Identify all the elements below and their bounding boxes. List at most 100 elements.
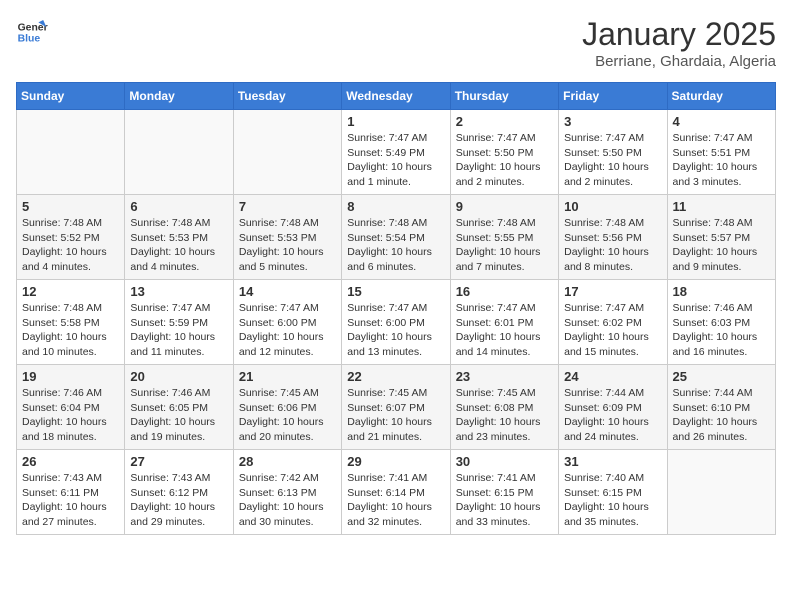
day-info: Sunrise: 7:44 AMSunset: 6:10 PMDaylight:… xyxy=(673,386,770,445)
day-number: 19 xyxy=(22,369,119,384)
calendar-day-cell: 13 Sunrise: 7:47 AMSunset: 5:59 PMDayligh… xyxy=(125,280,233,365)
day-info: Sunrise: 7:47 AMSunset: 6:00 PMDaylight:… xyxy=(239,301,336,360)
day-number: 28 xyxy=(239,454,336,469)
day-info: Sunrise: 7:47 AMSunset: 5:49 PMDaylight:… xyxy=(347,131,444,190)
calendar-day-cell: 10 Sunrise: 7:48 AMSunset: 5:56 PMDayligh… xyxy=(559,195,667,280)
calendar-day-cell: 18 Sunrise: 7:46 AMSunset: 6:03 PMDayligh… xyxy=(667,280,775,365)
calendar-day-cell: 16 Sunrise: 7:47 AMSunset: 6:01 PMDayligh… xyxy=(450,280,558,365)
calendar-day-cell xyxy=(17,110,125,195)
calendar-day-cell: 3Sunrise: 7:47 AMSunset: 5:50 PMDaylight… xyxy=(559,110,667,195)
calendar-day-cell: 1 Sunrise: 7:47 AMSunset: 5:49 PMDaylight… xyxy=(342,110,450,195)
calendar-day-cell xyxy=(233,110,341,195)
day-info: Sunrise: 7:40 AMSunset: 6:15 PMDaylight:… xyxy=(564,471,661,530)
calendar-header-row: SundayMondayTuesdayWednesdayThursdayFrid… xyxy=(17,83,776,110)
calendar-week-row: 12Sunrise: 7:48 AMSunset: 5:58 PMDayligh… xyxy=(17,280,776,365)
day-number: 13 xyxy=(130,284,227,299)
calendar-day-cell: 30 Sunrise: 7:41 AMSunset: 6:15 PMDayligh… xyxy=(450,450,558,535)
day-info: Sunrise: 7:43 AMSunset: 6:11 PMDaylight:… xyxy=(22,471,119,530)
calendar-day-cell: 24 Sunrise: 7:44 AMSunset: 6:09 PMDayligh… xyxy=(559,365,667,450)
calendar-day-cell: 7Sunrise: 7:48 AMSunset: 5:53 PMDaylight… xyxy=(233,195,341,280)
day-of-week-header: Saturday xyxy=(667,83,775,110)
day-info: Sunrise: 7:46 AMSunset: 6:04 PMDaylight:… xyxy=(22,386,119,445)
calendar-day-cell: 4 Sunrise: 7:47 AMSunset: 5:51 PMDaylight… xyxy=(667,110,775,195)
day-of-week-header: Sunday xyxy=(17,83,125,110)
svg-text:Blue: Blue xyxy=(18,34,41,45)
day-number: 15 xyxy=(347,284,444,299)
day-number: 10 xyxy=(564,199,661,214)
day-info: Sunrise: 7:41 AMSunset: 6:14 PMDaylight:… xyxy=(347,471,444,530)
day-number: 11 xyxy=(673,199,770,214)
calendar-day-cell: 19 Sunrise: 7:46 AMSunset: 6:04 PMDayligh… xyxy=(17,365,125,450)
day-number: 22 xyxy=(347,369,444,384)
calendar-day-cell: 21 Sunrise: 7:45 AMSunset: 6:06 PMDayligh… xyxy=(233,365,341,450)
day-number: 8 xyxy=(347,199,444,214)
day-info: Sunrise: 7:44 AMSunset: 6:09 PMDaylight:… xyxy=(564,386,661,445)
calendar-day-cell: 28Sunrise: 7:42 AMSunset: 6:13 PMDayligh… xyxy=(233,450,341,535)
calendar-body: 1 Sunrise: 7:47 AMSunset: 5:49 PMDaylight… xyxy=(17,110,776,535)
day-info: Sunrise: 7:48 AMSunset: 5:52 PMDaylight:… xyxy=(22,216,119,275)
day-number: 27 xyxy=(130,454,227,469)
calendar-day-cell: 6 Sunrise: 7:48 AMSunset: 5:53 PMDaylight… xyxy=(125,195,233,280)
day-info: Sunrise: 7:47 AMSunset: 6:02 PMDaylight:… xyxy=(564,301,661,360)
day-number: 16 xyxy=(456,284,553,299)
calendar-day-cell: 23 Sunrise: 7:45 AMSunset: 6:08 PMDayligh… xyxy=(450,365,558,450)
day-number: 25 xyxy=(673,369,770,384)
calendar-day-cell: 8 Sunrise: 7:48 AMSunset: 5:54 PMDaylight… xyxy=(342,195,450,280)
day-info: Sunrise: 7:45 AMSunset: 6:06 PMDaylight:… xyxy=(239,386,336,445)
calendar-day-cell: 29Sunrise: 7:41 AMSunset: 6:14 PMDayligh… xyxy=(342,450,450,535)
day-of-week-header: Friday xyxy=(559,83,667,110)
calendar-week-row: 1 Sunrise: 7:47 AMSunset: 5:49 PMDaylight… xyxy=(17,110,776,195)
calendar-week-row: 26 Sunrise: 7:43 AMSunset: 6:11 PMDayligh… xyxy=(17,450,776,535)
calendar-day-cell: 27 Sunrise: 7:43 AMSunset: 6:12 PMDayligh… xyxy=(125,450,233,535)
day-number: 4 xyxy=(673,114,770,129)
logo: General Blue xyxy=(16,16,48,48)
location-subtitle: Berriane, Ghardaia, Algeria xyxy=(582,53,776,70)
day-info: Sunrise: 7:48 AMSunset: 5:57 PMDaylight:… xyxy=(673,216,770,275)
day-info: Sunrise: 7:48 AMSunset: 5:54 PMDaylight:… xyxy=(347,216,444,275)
day-of-week-header: Monday xyxy=(125,83,233,110)
calendar-day-cell: 26 Sunrise: 7:43 AMSunset: 6:11 PMDayligh… xyxy=(17,450,125,535)
calendar-week-row: 19 Sunrise: 7:46 AMSunset: 6:04 PMDayligh… xyxy=(17,365,776,450)
calendar-day-cell: 22 Sunrise: 7:45 AMSunset: 6:07 PMDayligh… xyxy=(342,365,450,450)
calendar-day-cell xyxy=(667,450,775,535)
day-info: Sunrise: 7:46 AMSunset: 6:05 PMDaylight:… xyxy=(130,386,227,445)
day-number: 21 xyxy=(239,369,336,384)
day-info: Sunrise: 7:48 AMSunset: 5:56 PMDaylight:… xyxy=(564,216,661,275)
day-info: Sunrise: 7:47 AMSunset: 6:01 PMDaylight:… xyxy=(456,301,553,360)
day-info: Sunrise: 7:47 AMSunset: 5:50 PMDaylight:… xyxy=(456,131,553,190)
calendar-day-cell: 20Sunrise: 7:46 AMSunset: 6:05 PMDayligh… xyxy=(125,365,233,450)
day-number: 17 xyxy=(564,284,661,299)
day-number: 6 xyxy=(130,199,227,214)
day-info: Sunrise: 7:45 AMSunset: 6:07 PMDaylight:… xyxy=(347,386,444,445)
day-number: 30 xyxy=(456,454,553,469)
day-info: Sunrise: 7:43 AMSunset: 6:12 PMDaylight:… xyxy=(130,471,227,530)
day-number: 26 xyxy=(22,454,119,469)
calendar-day-cell: 14 Sunrise: 7:47 AMSunset: 6:00 PMDayligh… xyxy=(233,280,341,365)
calendar-day-cell: 25 Sunrise: 7:44 AMSunset: 6:10 PMDayligh… xyxy=(667,365,775,450)
month-title: January 2025 xyxy=(582,16,776,53)
calendar-day-cell: 12Sunrise: 7:48 AMSunset: 5:58 PMDayligh… xyxy=(17,280,125,365)
day-number: 24 xyxy=(564,369,661,384)
day-number: 2 xyxy=(456,114,553,129)
day-number: 14 xyxy=(239,284,336,299)
page-header: General Blue January 2025 Berriane, Ghar… xyxy=(16,16,776,70)
day-info: Sunrise: 7:48 AMSunset: 5:53 PMDaylight:… xyxy=(239,216,336,275)
day-info: Sunrise: 7:47 AMSunset: 6:00 PMDaylight:… xyxy=(347,301,444,360)
calendar-day-cell: 2 Sunrise: 7:47 AMSunset: 5:50 PMDaylight… xyxy=(450,110,558,195)
day-number: 9 xyxy=(456,199,553,214)
day-number: 18 xyxy=(673,284,770,299)
day-info: Sunrise: 7:47 AMSunset: 5:50 PMDaylight:… xyxy=(564,131,661,190)
day-info: Sunrise: 7:47 AMSunset: 5:59 PMDaylight:… xyxy=(130,301,227,360)
day-info: Sunrise: 7:41 AMSunset: 6:15 PMDaylight:… xyxy=(456,471,553,530)
day-of-week-header: Wednesday xyxy=(342,83,450,110)
day-number: 23 xyxy=(456,369,553,384)
day-number: 1 xyxy=(347,114,444,129)
day-info: Sunrise: 7:48 AMSunset: 5:53 PMDaylight:… xyxy=(130,216,227,275)
day-info: Sunrise: 7:47 AMSunset: 5:51 PMDaylight:… xyxy=(673,131,770,190)
day-info: Sunrise: 7:46 AMSunset: 6:03 PMDaylight:… xyxy=(673,301,770,360)
day-number: 12 xyxy=(22,284,119,299)
logo-icon: General Blue xyxy=(16,16,48,48)
day-number: 5 xyxy=(22,199,119,214)
calendar-day-cell xyxy=(125,110,233,195)
day-info: Sunrise: 7:45 AMSunset: 6:08 PMDaylight:… xyxy=(456,386,553,445)
